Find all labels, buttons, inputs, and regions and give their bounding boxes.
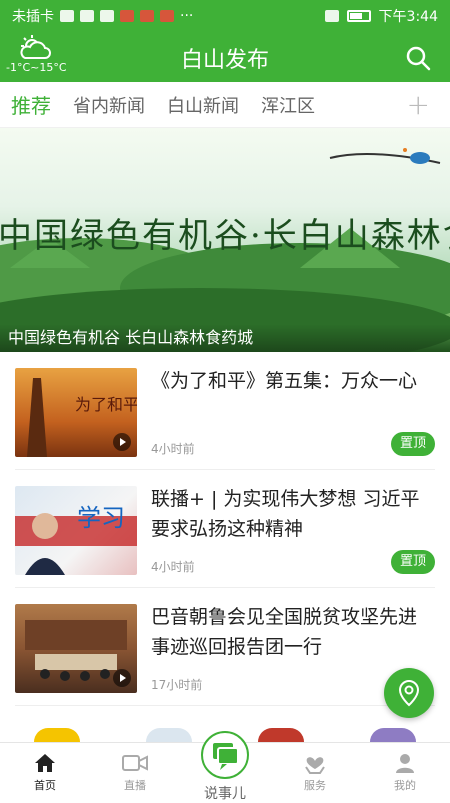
location-pin-icon — [398, 679, 420, 707]
news-item[interactable]: 巴音朝鲁会见全国脱贫攻坚先进事迹巡回报告团一行 17小时前 — [15, 588, 435, 706]
peek-item — [34, 728, 80, 742]
chat-bubble-icon — [213, 743, 239, 770]
news-time: 4小时前 — [151, 442, 195, 456]
clock: 下午3:44 — [378, 9, 438, 25]
news-list: 为了和平 《为了和平》第五集：万众一心 4小时前 置顶 学习 联播+ | 为实现… — [0, 352, 450, 706]
news-time: 4小时前 — [151, 560, 195, 574]
nav-live[interactable]: 直播 — [90, 743, 180, 800]
add-tab-icon[interactable]: + — [407, 88, 430, 121]
nav-talk[interactable]: 说事儿 — [180, 731, 270, 802]
search-button[interactable] — [404, 44, 432, 72]
nav-talk-label: 说事儿 — [204, 786, 246, 802]
nav-mine[interactable]: 我的 — [360, 743, 450, 800]
play-icon — [113, 669, 131, 687]
news-title: 《为了和平》第五集：万众一心 — [151, 370, 418, 392]
peek-item — [370, 728, 416, 742]
nav-service[interactable]: 服务 — [270, 743, 360, 800]
page-title: 白山发布 — [180, 48, 269, 73]
carrier-label: 未插卡 — [12, 9, 54, 25]
status-right: 下午3:44 — [324, 6, 438, 26]
tab-baishan-news[interactable]: 白山新闻 — [156, 92, 250, 118]
news-item[interactable]: 为了和平 《为了和平》第五集：万众一心 4小时前 置顶 — [15, 352, 435, 470]
pinned-badge: 置顶 — [391, 432, 435, 456]
video-camera-icon — [122, 755, 148, 771]
battery-icon — [346, 10, 371, 22]
news-thumbnail: 学习 — [15, 486, 137, 575]
pinned-badge: 置顶 — [391, 550, 435, 574]
news-app-icon — [160, 10, 174, 22]
nav-home[interactable]: 首页 — [0, 743, 90, 800]
app-notification-icon — [120, 10, 134, 22]
category-tabs: 推荐 省内新闻 白山新闻 浑江区 + — [0, 82, 450, 128]
news-thumbnail: 为了和平 — [15, 368, 137, 457]
news-item[interactable]: 学习 联播+ | 为实现伟大梦想 习近平要求弘扬这种精神 4小时前 置顶 — [15, 470, 435, 588]
peek-item — [146, 728, 192, 742]
vibrate-icon — [324, 10, 339, 22]
banner-caption: 中国绿色有机谷 长白山森林食药城 — [0, 324, 450, 352]
nav-home-label: 首页 — [34, 779, 56, 792]
more-notifications-icon: ··· — [180, 8, 194, 24]
bottom-navigation: 首页 直播 说事儿 服务 我的 — [0, 731, 450, 802]
location-fab[interactable] — [384, 668, 434, 718]
portrait-image: 学习 — [15, 504, 137, 575]
news-title: 巴音朝鲁会见全国脱贫攻坚先进事迹巡回报告团一行 — [151, 606, 418, 658]
sim-icon — [60, 10, 74, 22]
thumbnail-caption: 学习 — [77, 504, 125, 532]
nav-live-label: 直播 — [124, 779, 146, 792]
nav-service-label: 服务 — [304, 779, 326, 792]
banner-calligraphy-text: 中国绿色有机谷·长白山森林食药城 — [0, 216, 450, 256]
wifi-icon — [80, 10, 94, 22]
tab-recommend[interactable]: 推荐 — [0, 90, 62, 119]
tab-hunjiang[interactable]: 浑江区 — [250, 92, 326, 118]
thumbnail-caption: 为了和平 — [75, 395, 137, 414]
featured-banner[interactable]: 中国绿色有机谷·长白山森林食药城 中国绿色有机谷 长白山森林食药城 — [0, 128, 450, 352]
tab-provincial-news[interactable]: 省内新闻 — [62, 92, 156, 118]
nav-mine-label: 我的 — [394, 779, 416, 792]
talk-center-button[interactable] — [201, 731, 249, 779]
search-icon — [406, 46, 431, 71]
home-icon — [35, 754, 55, 772]
status-left: 未插卡 ··· — [12, 6, 193, 26]
service-heart-icon — [305, 757, 325, 774]
news-thumbnail — [15, 604, 137, 693]
play-icon — [113, 433, 131, 451]
weibo-icon — [140, 10, 154, 22]
wechat-icon — [100, 10, 114, 22]
user-profile-icon — [396, 754, 414, 773]
status-bar: 未插卡 ··· 下午3:44 — [0, 0, 450, 32]
peek-item — [258, 728, 304, 742]
news-time: 17小时前 — [151, 678, 203, 692]
news-title: 联播+ | 为实现伟大梦想 习近平要求弘扬这种精神 — [151, 488, 420, 540]
app-header: -1°C~15°C 白山发布 — [0, 32, 450, 82]
